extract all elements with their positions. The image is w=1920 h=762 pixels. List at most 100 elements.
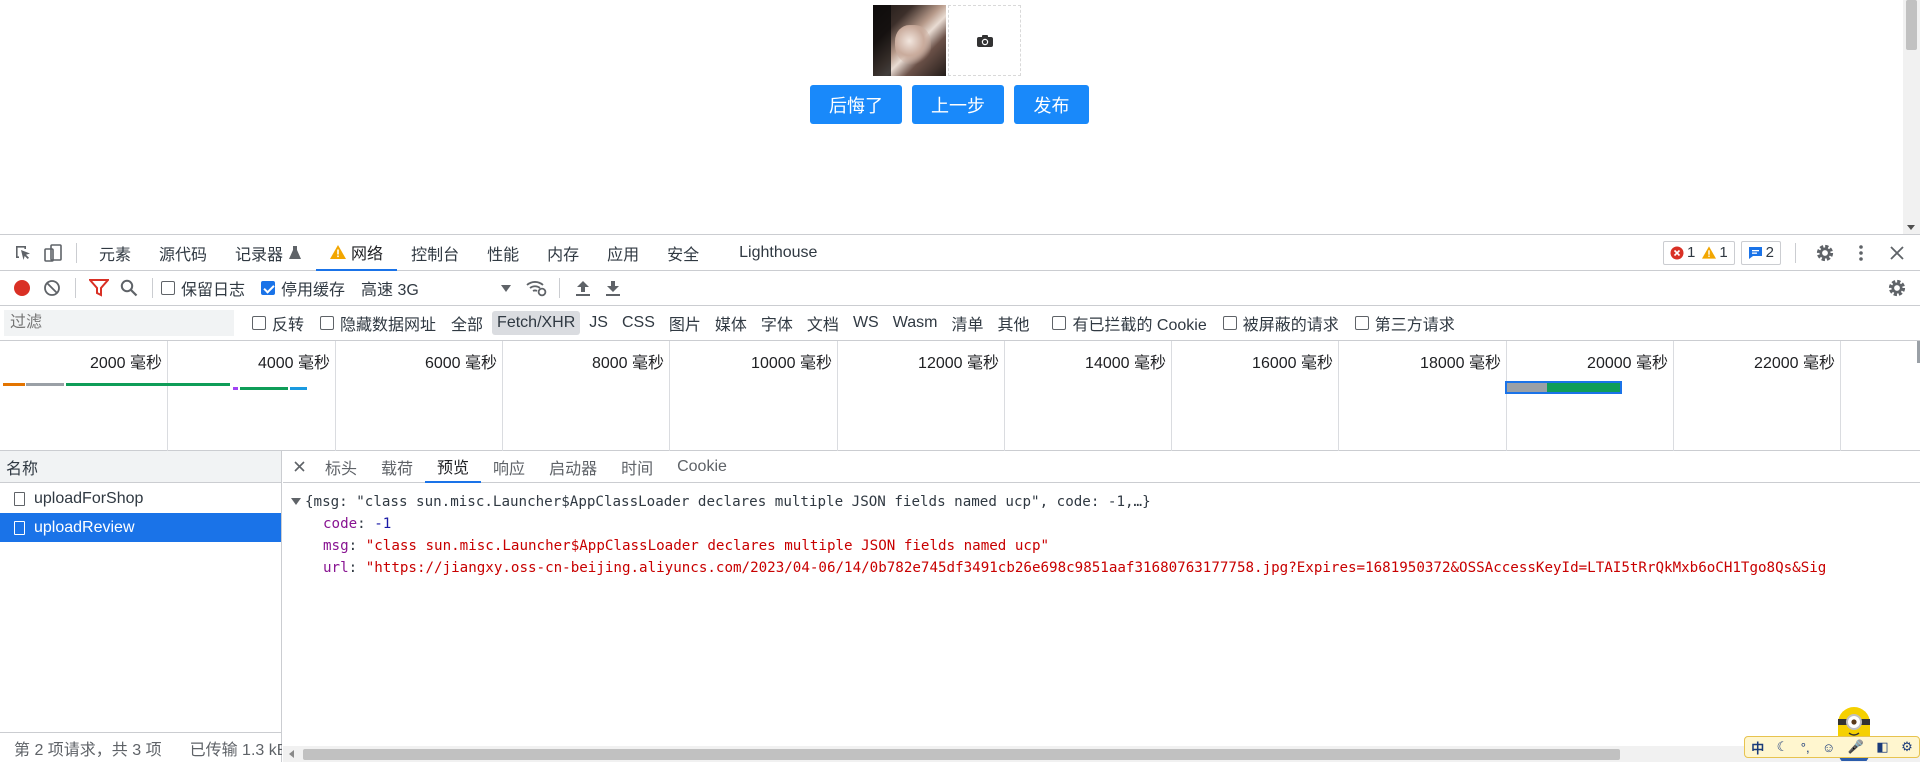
timeline-gridline (335, 341, 336, 451)
moon-icon[interactable]: ☾ (1777, 739, 1789, 755)
preserve-log-box[interactable] (161, 281, 175, 295)
regret-button[interactable]: 后悔了 (810, 85, 902, 124)
filter-funnel-icon[interactable] (84, 273, 114, 303)
ime-settings-gear-icon[interactable]: ⚙ (1901, 739, 1913, 755)
json-field[interactable]: url: "https://jiangxy.oss-cn-beijing.ali… (283, 557, 1920, 579)
filter-type-css[interactable]: CSS (617, 311, 660, 335)
uploaded-image-thumbnail[interactable] (873, 5, 946, 76)
tab-security[interactable]: 安全 (653, 235, 713, 271)
emoji-icon[interactable]: ☺ (1822, 740, 1835, 755)
preserve-log-checkbox[interactable]: 保留日志 (161, 276, 245, 300)
export-har-icon[interactable] (598, 273, 628, 303)
tab-recorder[interactable]: 记录器 (221, 235, 316, 271)
request-count-status: 第 2 项请求，共 3 项 (14, 741, 162, 759)
disable-cache-checkbox[interactable]: 停用缓存 (261, 276, 345, 300)
timeline-gridline (1506, 341, 1507, 451)
inspect-element-icon[interactable] (8, 238, 38, 268)
json-value: "https://jiangxy.oss-cn-beijing.aliyuncs… (365, 560, 1827, 576)
close-devtools-icon[interactable] (1882, 238, 1912, 268)
filter-type-ws[interactable]: WS (848, 311, 884, 335)
request-row-selected[interactable]: uploadReview (0, 513, 281, 542)
ime-language[interactable]: 中 (1751, 738, 1764, 757)
invert-checkbox[interactable]: 反转 (252, 311, 304, 335)
request-row[interactable]: uploadForShop (0, 484, 281, 513)
transferred-status: 已传输 1.3 kB (189, 741, 282, 759)
json-root-summary[interactable]: {msg: "class sun.misc.Launcher$AppClassL… (283, 491, 1920, 513)
hide-data-urls-checkbox[interactable]: 隐藏数据网址 (320, 311, 436, 335)
messages-badge[interactable]: 2 (1740, 240, 1781, 265)
tab-lighthouse[interactable]: Lighthouse (725, 235, 831, 271)
previous-step-button[interactable]: 上一步 (912, 85, 1004, 124)
filter-type-img[interactable]: 图片 (664, 308, 706, 338)
microphone-icon[interactable]: 🎤 (1848, 739, 1864, 755)
invert-box[interactable] (252, 316, 266, 330)
filter-type-doc[interactable]: 文档 (802, 308, 844, 338)
clear-icon[interactable] (37, 273, 67, 303)
json-field[interactable]: msg: "class sun.misc.Launcher$AppClassLo… (283, 535, 1920, 557)
tab-headers[interactable]: 标头 (313, 451, 369, 483)
filter-type-manifest[interactable]: 清单 (946, 308, 988, 338)
settings-gear-icon[interactable] (1810, 238, 1840, 268)
import-har-icon[interactable] (568, 273, 598, 303)
tab-initiator[interactable]: 启动器 (537, 451, 609, 483)
filter-type-all[interactable]: 全部 (446, 308, 488, 338)
action-buttons: 后悔了 上一步 发布 (810, 85, 1089, 124)
network-overview-timeline[interactable]: 2000 毫秒 4000 毫秒 6000 毫秒 8000 毫秒 10000 毫秒… (0, 341, 1920, 451)
timeline-gridline (837, 341, 838, 451)
filter-type-wasm[interactable]: Wasm (888, 311, 943, 335)
tab-console[interactable]: 控制台 (397, 235, 473, 271)
request-name: uploadForShop (34, 489, 144, 507)
upload-slot[interactable] (948, 5, 1021, 76)
camera-icon (976, 34, 993, 47)
blocked-cookies-checkbox[interactable]: 有已拦截的 Cookie (1052, 311, 1207, 335)
filter-type-other[interactable]: 其他 (992, 308, 1034, 338)
tab-network[interactable]: 网络 (316, 235, 398, 271)
filter-type-font[interactable]: 字体 (756, 308, 798, 338)
scroll-left-arrow-icon[interactable] (289, 750, 294, 758)
tab-memory[interactable]: 内存 (533, 235, 593, 271)
third-party-label: 第三方请求 (1374, 317, 1455, 334)
page-scrollbar[interactable] (1903, 0, 1920, 234)
filter-type-fetch-xhr[interactable]: Fetch/XHR (492, 311, 581, 335)
blocked-cookies-box[interactable] (1052, 316, 1067, 330)
tab-response[interactable]: 响应 (481, 451, 537, 483)
close-detail-icon[interactable] (285, 452, 313, 482)
ime-bar[interactable]: 中 ☾ °, ☺ 🎤 ◧ ⚙ (1744, 736, 1920, 758)
tab-elements[interactable]: 元素 (85, 235, 145, 271)
tab-timing[interactable]: 时间 (609, 451, 665, 483)
publish-button[interactable]: 发布 (1014, 85, 1089, 124)
punctuation-icon[interactable]: °, (1801, 740, 1810, 755)
tab-cookies[interactable]: Cookie (665, 451, 739, 483)
blocked-requests-label: 被屏蔽的请求 (1242, 317, 1339, 334)
scroll-down-arrow-icon[interactable] (1907, 225, 1915, 230)
disable-cache-box[interactable] (261, 281, 276, 295)
horizontal-scrollbar[interactable] (283, 746, 1920, 762)
tab-preview[interactable]: 预览 (425, 451, 482, 483)
filter-type-js[interactable]: JS (584, 311, 613, 335)
user-icon[interactable]: ◧ (1876, 739, 1888, 755)
tab-application[interactable]: 应用 (593, 235, 653, 271)
blocked-requests-checkbox[interactable]: 被屏蔽的请求 (1222, 311, 1339, 335)
tab-sources[interactable]: 源代码 (145, 235, 221, 271)
filter-type-media[interactable]: 媒体 (710, 308, 752, 338)
throttling-select[interactable]: 高速 3G (361, 276, 512, 300)
name-column-header[interactable]: 名称 (0, 451, 281, 483)
timeline-tick-label: 16000 毫秒 (1252, 355, 1333, 372)
search-icon[interactable] (114, 273, 144, 303)
network-conditions-icon[interactable] (521, 273, 551, 303)
expand-triangle-icon[interactable] (291, 498, 301, 506)
ime-toolbar[interactable]: 中 ☾ °, ☺ 🎤 ◧ ⚙ (1744, 707, 1920, 761)
record-icon[interactable] (7, 273, 37, 303)
blocked-requests-box[interactable] (1222, 316, 1237, 330)
hide-data-urls-box[interactable] (320, 316, 335, 330)
tab-payload[interactable]: 载荷 (369, 451, 425, 483)
network-settings-gear-icon[interactable] (1882, 273, 1912, 303)
filter-input[interactable] (4, 310, 234, 336)
json-field[interactable]: code: -1 (283, 513, 1920, 535)
third-party-box[interactable] (1354, 316, 1369, 330)
more-options-icon[interactable] (1846, 238, 1876, 268)
third-party-checkbox[interactable]: 第三方请求 (1354, 311, 1455, 335)
device-toolbar-icon[interactable] (38, 238, 68, 268)
tab-performance[interactable]: 性能 (473, 235, 533, 271)
issues-badge[interactable]: 1 1 (1662, 240, 1735, 265)
